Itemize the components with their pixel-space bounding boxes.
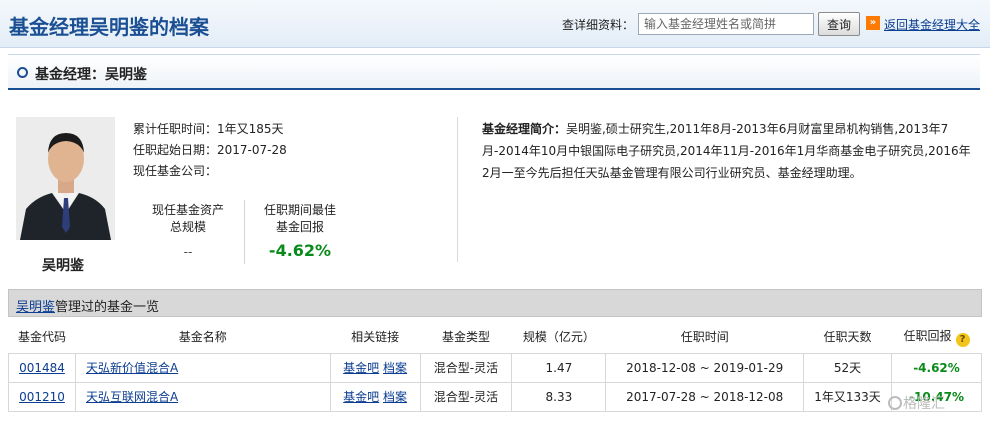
col-header-period: 任职时间	[605, 321, 804, 354]
section-title: 基金经理：吴明鉴	[35, 67, 147, 83]
col-header-return: 任职回报?	[891, 321, 982, 354]
person-photo-icon	[16, 117, 115, 240]
query-button[interactable]: 查询	[818, 12, 860, 36]
manager-avatar	[16, 117, 115, 240]
col-header-return-label: 任职回报	[903, 328, 952, 343]
start-date-value: 2017-07-28	[217, 143, 287, 157]
fund-code-link[interactable]: 001484	[19, 361, 65, 375]
col-header-days: 任职天数	[803, 321, 892, 354]
col-header-name: 基金名称	[75, 321, 331, 354]
company-row: 现任基金公司：	[133, 162, 217, 179]
related-links-cell: 基金吧 档案	[329, 352, 421, 383]
manager-name-link[interactable]: 吴明鉴	[16, 300, 55, 315]
tenure-period-cell: 2017-07-28 ~ 2018-12-08	[605, 381, 805, 412]
manager-section-header: 基金经理：吴明鉴	[8, 54, 980, 90]
question-mark-icon[interactable]: ?	[955, 332, 970, 347]
double-arrow-icon: »	[866, 16, 880, 30]
fund-archive-link[interactable]: 档案	[383, 390, 407, 404]
tenure-days-cell: 1年又133天	[803, 381, 892, 412]
manager-name: 吴明鉴	[42, 258, 84, 274]
fund-scale-cell: 8.33	[511, 381, 607, 412]
back-to-managers-link[interactable]: 返回基金经理大全	[884, 16, 980, 33]
related-links-cell: 基金吧 档案	[329, 381, 421, 412]
col-header-links: 相关链接	[330, 321, 421, 354]
company-label: 现任基金公司：	[133, 164, 218, 178]
fund-list-title-suffix: 管理过的基金一览	[55, 300, 160, 315]
tenure-return-cell: -4.62%	[891, 352, 982, 383]
table-header-row: 基金代码 基金名称 相关链接 基金类型 规模（亿元） 任职时间 任职天数 任职回…	[8, 321, 982, 354]
fund-code-cell: 001484	[8, 352, 76, 383]
fund-type-cell: 混合型-灵活	[419, 352, 513, 383]
best-return-label-line1: 任职期间最佳	[263, 203, 336, 217]
top-header-bar: 基金经理吴明鉴的档案 查详细资料： 查询 » 返回基金经理大全	[0, 0, 990, 48]
tenure-period-cell: 2018-12-08 ~ 2019-01-29	[605, 352, 805, 383]
best-return-stat: 任职期间最佳 基金回报 -4.62%	[252, 201, 348, 260]
total-assets-value: --	[183, 245, 193, 259]
search-label: 查详细资料：	[562, 18, 635, 32]
stat-divider	[244, 200, 245, 264]
tenure-return-value: -4.62%	[913, 360, 960, 375]
fund-list-header: 吴明鉴管理过的基金一览	[8, 289, 982, 317]
col-header-code: 基金代码	[8, 321, 76, 354]
fund-bar-link[interactable]: 基金吧	[343, 361, 379, 375]
page-title: 基金经理吴明鉴的档案	[9, 15, 209, 39]
total-assets-label-line1: 现任基金资产	[151, 203, 224, 217]
start-date-row: 任职起始日期：2017-07-28	[133, 141, 287, 158]
watermark-text: 格隆汇	[903, 396, 945, 412]
fund-code-cell: 001210	[8, 381, 76, 412]
tenure-days-cell: 52天	[803, 352, 892, 383]
fund-code-link[interactable]: 001210	[19, 390, 65, 404]
fund-name-link[interactable]: 天弘互联网混合A	[86, 390, 178, 404]
tenure-row: 累计任职时间：1年又185天	[133, 120, 284, 137]
fund-name-cell: 天弘新价值混合A	[74, 352, 331, 383]
profile-divider	[457, 117, 458, 262]
fund-scale-cell: 1.47	[511, 352, 607, 383]
fund-name-cell: 天弘互联网混合A	[74, 381, 331, 412]
best-return-label-line2: 基金回报	[275, 220, 324, 234]
fund-list-title: 吴明鉴管理过的基金一览	[16, 296, 159, 315]
total-assets-stat: 现任基金资产 总规模 --	[140, 201, 236, 259]
total-assets-label-line2: 总规模	[169, 220, 206, 234]
fund-type-cell: 混合型-灵活	[419, 381, 513, 412]
best-return-value: -4.62%	[268, 241, 332, 260]
fund-name-link[interactable]: 天弘新价值混合A	[86, 361, 178, 375]
tenure-value: 1年又185天	[217, 122, 284, 136]
fund-bar-link[interactable]: 基金吧	[343, 390, 379, 404]
col-header-type: 基金类型	[420, 321, 512, 354]
circle-bullet-icon	[17, 67, 28, 78]
start-date-label: 任职起始日期：	[133, 143, 218, 157]
col-header-scale: 规模（亿元）	[511, 321, 606, 354]
search-input[interactable]	[638, 13, 814, 35]
fund-table: 基金代码 基金名称 相关链接 基金类型 规模（亿元） 任职时间 任职天数 任职回…	[8, 321, 982, 412]
bio-label: 基金经理简介：	[482, 122, 567, 136]
tenure-label: 累计任职时间：	[133, 122, 218, 136]
manager-bio: 基金经理简介：吴明鉴,硕士研究生,2011年8月-2013年6月财富里昂机构销售…	[482, 118, 972, 184]
watermark-logo-icon	[888, 396, 902, 410]
table-row: 001484 天弘新价值混合A 基金吧 档案 混合型-灵活 1.47 2018-…	[8, 352, 982, 383]
table-row: 001210 天弘互联网混合A 基金吧 档案 混合型-灵活 8.33 2017-…	[8, 381, 982, 412]
fund-archive-link[interactable]: 档案	[383, 361, 407, 375]
